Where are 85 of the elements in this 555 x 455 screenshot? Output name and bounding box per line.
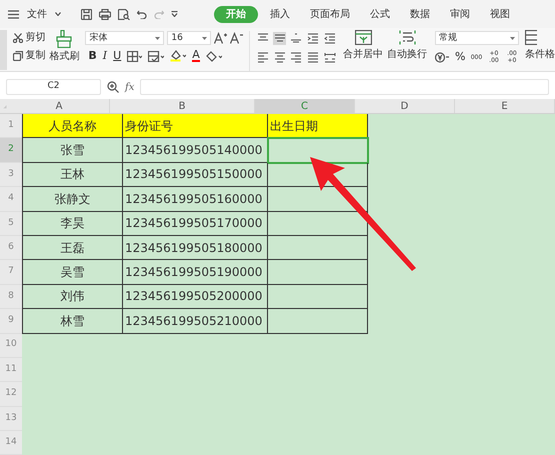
menu-icon[interactable] — [8, 10, 19, 18]
caret-icon — [510, 36, 515, 40]
currency-icon[interactable] — [435, 52, 450, 62]
table-cell: 张雪 — [22, 138, 123, 163]
number-format-field[interactable]: 常规 — [435, 31, 519, 45]
format-painter-button[interactable]: 格式刷 — [49, 30, 80, 63]
percent-button[interactable]: % — [455, 51, 466, 63]
caret-icon — [155, 36, 160, 40]
align-button[interactable] — [273, 32, 286, 45]
wrap-text-button[interactable]: 自动换行 — [387, 30, 427, 61]
wrap-icon — [398, 30, 416, 45]
save-icon[interactable] — [81, 8, 92, 20]
ribbon-handle[interactable] — [0, 30, 8, 70]
table-icon — [525, 30, 537, 45]
caret-icon — [202, 36, 208, 40]
table-cell: 123456199505170000 — [123, 212, 268, 236]
caret-icon — [55, 12, 61, 16]
font-field[interactable]: 宋体 — [85, 31, 164, 45]
table-cell: 123456199505150000 — [123, 162, 268, 188]
column-header[interactable]: D — [355, 99, 455, 113]
underline-button[interactable]: U — [113, 50, 122, 62]
table-cell: 123456199505180000 — [123, 236, 268, 260]
align-button[interactable] — [306, 51, 320, 64]
cut-button[interactable]: 剪切 — [13, 32, 46, 44]
file-menu[interactable]: 文件 — [27, 6, 47, 22]
align-button[interactable] — [323, 51, 336, 64]
cell-style-icon[interactable] — [148, 50, 164, 62]
align-button[interactable] — [323, 32, 336, 45]
formula-input[interactable] — [140, 79, 549, 95]
table-cell: 王林 — [22, 162, 123, 188]
ribbon-tab[interactable]: 插入 — [262, 6, 298, 22]
italic-button[interactable]: I — [102, 50, 108, 62]
bold-button[interactable]: B — [88, 50, 97, 62]
align-button[interactable] — [290, 32, 303, 45]
border-icon[interactable] — [127, 50, 142, 62]
table-cell: 123456199505210000 — [123, 309, 268, 334]
ribbon-tab[interactable]: 审阅 — [442, 6, 478, 22]
font-name: 宋体 — [89, 32, 108, 44]
ribbon-tab[interactable]: 数据 — [402, 6, 438, 22]
table-cell: 林雪 — [22, 309, 123, 334]
table-cell: 123456199505200000 — [123, 284, 268, 310]
print-icon[interactable] — [99, 8, 111, 20]
header-cell: 身份证号 — [123, 114, 268, 138]
align-button[interactable] — [306, 32, 320, 45]
scissors-icon — [13, 33, 24, 43]
align-button[interactable] — [256, 51, 270, 64]
ribbon-tab[interactable]: 页面布局 — [302, 6, 358, 22]
function-label[interactable]: fx — [125, 80, 134, 94]
header-cell: 出生日期 — [268, 114, 368, 138]
dropdown-icon[interactable] — [171, 11, 178, 17]
table-cell: 123456199505140000 — [123, 138, 268, 163]
align-button[interactable] — [273, 51, 286, 64]
table-cell: 刘伟 — [22, 284, 123, 310]
column-header[interactable]: A — [9, 99, 110, 113]
font-size-field[interactable]: 16 — [167, 31, 212, 45]
number-format: 常规 — [439, 32, 457, 44]
cell-reference: C2 — [47, 80, 60, 94]
brush-icon — [56, 30, 72, 48]
table-cell: 李昊 — [22, 212, 123, 236]
zoom-icon[interactable] — [107, 81, 119, 93]
undo-icon[interactable] — [137, 10, 147, 18]
name-box[interactable]: C2 — [6, 79, 101, 95]
table-cell: 123456199505160000 — [123, 187, 268, 212]
ribbon-tab[interactable]: 公式 — [362, 6, 398, 22]
conditional-format-button[interactable]: 条件格 — [525, 30, 555, 61]
table-cell: 吴雪 — [22, 260, 123, 285]
copy-icon — [13, 51, 24, 61]
font-color-button[interactable]: A — [192, 50, 200, 62]
font-size: 16 — [171, 32, 183, 44]
align-button[interactable] — [290, 51, 303, 64]
table-cell: 王磊 — [22, 236, 123, 260]
ribbon-tab[interactable]: 视图 — [482, 6, 518, 22]
copy-button[interactable]: 复制 — [13, 50, 46, 62]
table-cell: 张静文 — [22, 187, 123, 212]
column-header[interactable]: E — [455, 99, 555, 113]
table-cell: 123456199505190000 — [123, 260, 268, 285]
active-cell[interactable] — [268, 138, 368, 163]
eraser-icon[interactable] — [206, 50, 222, 62]
header-cell: 人员名称 — [22, 114, 123, 138]
merge-button[interactable]: 合并居中 — [343, 30, 383, 61]
merge-icon — [354, 30, 372, 45]
grow-font-icon[interactable] — [214, 32, 228, 44]
shrink-font-icon[interactable] — [230, 32, 244, 44]
fill-color-icon[interactable] — [170, 50, 186, 62]
preview-icon[interactable] — [118, 8, 130, 20]
